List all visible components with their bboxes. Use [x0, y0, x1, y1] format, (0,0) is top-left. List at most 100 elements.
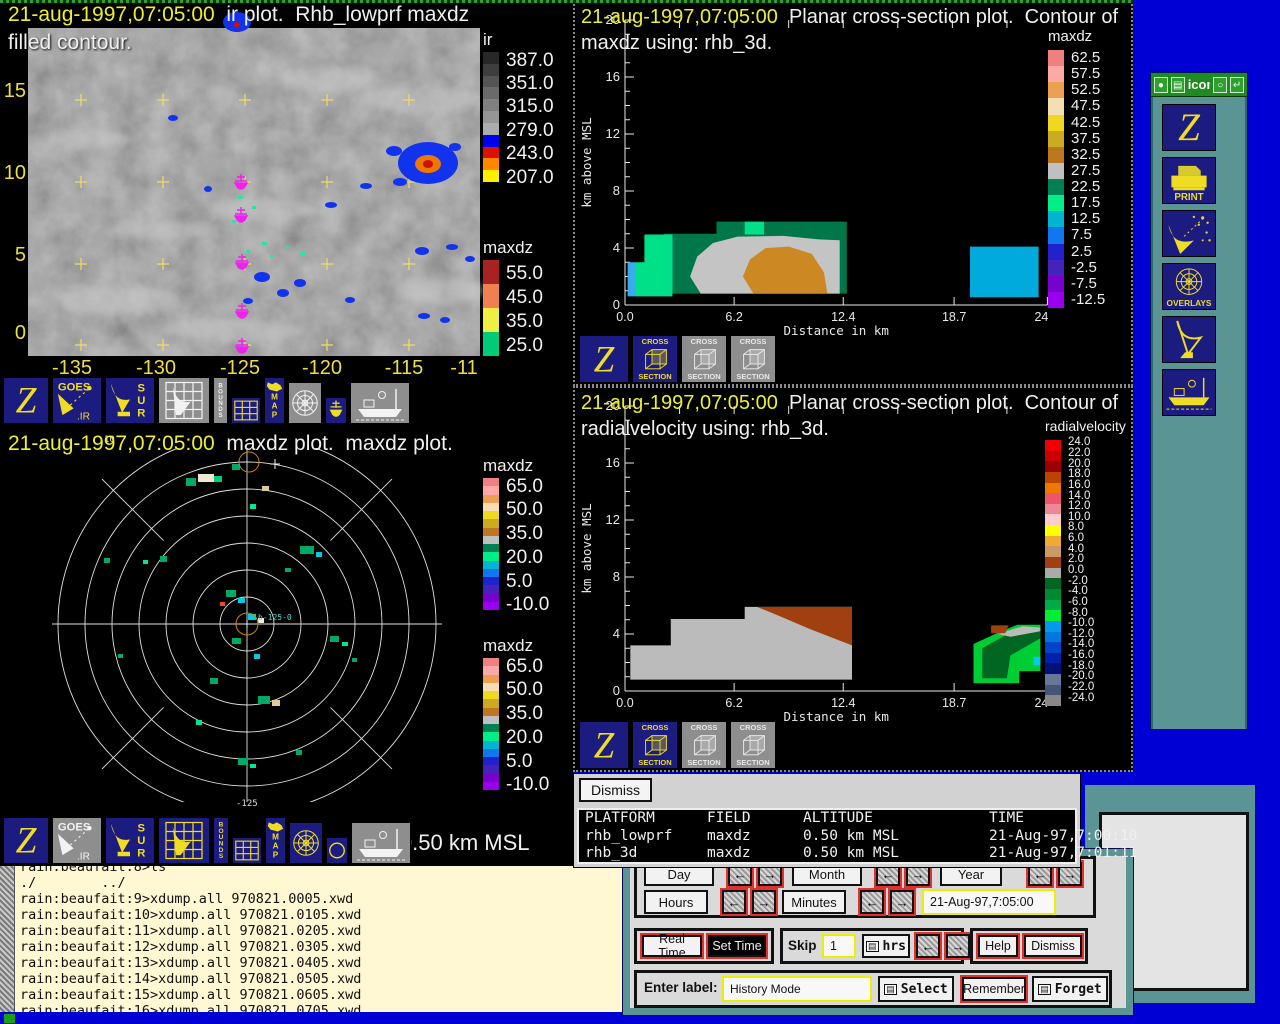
terminal-window[interactable]: rain:beaufait:8>ls./ ../rain:beaufait:9>…	[0, 866, 622, 1012]
dismiss-button[interactable]: Dismiss	[1024, 935, 1082, 957]
svg-text:PRINT: PRINT	[1174, 192, 1203, 203]
surveillance-radar-button[interactable]: SUR	[105, 377, 155, 424]
colorbar-value: 7.5	[1071, 226, 1092, 243]
hours-button[interactable]: Hours	[644, 890, 708, 914]
xsec1-title-text: Planar cross-section plot. Contour of	[778, 6, 1118, 28]
zeb-logo-button[interactable]: Z	[3, 817, 49, 864]
terminal-scrollbar[interactable]	[0, 866, 15, 1012]
circle-button[interactable]	[326, 837, 348, 864]
select-button[interactable]: ▤Select	[878, 976, 954, 1002]
svg-text:16: 16	[606, 455, 620, 470]
skip-back-button[interactable]: ←	[916, 934, 940, 958]
terminal-text: rain:beaufait:8>ls./ ../rain:beaufait:9>…	[20, 866, 361, 1012]
window-menu-icon[interactable]: ▤	[1171, 77, 1185, 93]
real-time-button[interactable]: Real Time	[642, 935, 702, 957]
svg-text:S: S	[137, 383, 145, 395]
zeb-icon: Z	[4, 378, 48, 423]
window-border-strip	[0, 0, 1133, 3]
popup-cell: maxdz	[707, 845, 803, 863]
window-dot-icon[interactable]: ○	[1213, 77, 1227, 93]
popup-cell: ALTITUDE	[803, 810, 989, 828]
zeb-logo-button[interactable]: Z	[579, 335, 629, 383]
minutes-button[interactable]: Minutes	[782, 890, 846, 914]
satellite-button[interactable]	[1162, 210, 1216, 257]
colorbar-value: 65.0	[506, 656, 543, 678]
overlay-rings-button[interactable]	[288, 382, 322, 424]
cross-section-button-1[interactable]: CROSS SECTION	[632, 721, 678, 769]
buoy-button[interactable]	[325, 397, 347, 424]
overlay-rings-button[interactable]	[289, 822, 323, 864]
radar-dish-button[interactable]	[1162, 316, 1216, 363]
menu-icon: ▤	[866, 941, 879, 952]
skip-forward-button[interactable]: →	[946, 934, 970, 958]
colorbar-swatches	[483, 658, 499, 790]
bounds-button[interactable]: BOUNDS	[213, 377, 228, 424]
cross-section-button-2[interactable]: CROSS SECTION	[681, 721, 727, 769]
goes-ir-button[interactable]: GOES.IR	[52, 817, 102, 864]
colorbar-swatches	[483, 260, 499, 356]
cross-section-button-3[interactable]: CROSS SECTION	[730, 335, 776, 383]
svg-text:12.4: 12.4	[831, 310, 855, 324]
grid-button[interactable]	[232, 837, 262, 864]
forget-button[interactable]: ▤Forget	[1032, 976, 1108, 1002]
svg-text:15: 15	[4, 80, 26, 102]
svg-text:16: 16	[606, 69, 620, 84]
popup-data-row: rhb_3dmaxdz0.50 km MSL21-Aug-97,7:01:11	[579, 845, 1075, 863]
minutes-increment-button[interactable]: →	[890, 890, 914, 914]
zeb-icon: Z	[4, 818, 48, 863]
window-radio-icon[interactable]: ●	[1154, 77, 1168, 93]
popup-dismiss-button[interactable]: Dismiss	[579, 778, 652, 802]
svg-text:12: 12	[606, 126, 620, 141]
minutes-decrement-button[interactable]: ←	[860, 890, 884, 914]
label-field[interactable]: History Mode	[722, 976, 872, 1002]
time-control-panel: Day ← → Month ← → Year ← → Hours ← → Min…	[630, 856, 1126, 1008]
menu-icon: ▤	[884, 984, 897, 995]
grid-button[interactable]	[231, 397, 261, 424]
goes-ir-button[interactable]: GOES.IR	[52, 377, 102, 424]
icon-toolbar-titlebar[interactable]: ● ▤ icon ○ ↵	[1151, 73, 1247, 97]
print-button[interactable]: PRINT	[1162, 157, 1216, 204]
goes-icon: GOES.IR	[53, 378, 101, 423]
svg-text:5: 5	[15, 244, 26, 266]
forget-label: Forget	[1055, 982, 1102, 997]
colorbar-value: -7.5	[1071, 275, 1097, 292]
colorbar-value: 5.0	[506, 571, 532, 593]
skip-units-button[interactable]: ▤hrs	[862, 934, 910, 958]
help-button[interactable]: Help	[978, 935, 1018, 957]
zeb-logo-button[interactable]: Z	[3, 377, 49, 424]
zeb-logo-button[interactable]: Z	[1162, 104, 1216, 151]
bounds-icon: BOUNDS	[214, 818, 228, 863]
colorbar-value: 5.0	[506, 751, 532, 773]
set-time-button[interactable]: Set Time	[708, 935, 766, 957]
svg-text:10: 10	[4, 162, 26, 184]
grid-radar-button[interactable]	[158, 817, 210, 864]
bounds-button[interactable]: BOUNDS	[213, 817, 229, 864]
svg-text:18.7: 18.7	[942, 696, 966, 710]
map-button[interactable]: MAP	[265, 817, 286, 864]
svg-text:P: P	[272, 411, 278, 420]
hours-increment-button[interactable]: →	[752, 890, 776, 914]
svg-text:4: 4	[613, 240, 620, 255]
svg-text:A: A	[272, 402, 278, 411]
time-field[interactable]: 21-Aug-97,7:05:00	[922, 889, 1056, 915]
remember-button[interactable]: Remember	[962, 977, 1026, 1001]
xsec1-button-row: ZCROSS SECTIONCROSS SECTIONCROSS SECTION	[579, 335, 776, 383]
colorbar-value: 57.5	[1071, 65, 1100, 82]
cross-section-button-2[interactable]: CROSS SECTION	[681, 335, 727, 383]
overlays-button[interactable]: OVERLAYS	[1162, 263, 1216, 310]
ship-button[interactable]	[1162, 369, 1216, 416]
ship-button[interactable]	[351, 822, 411, 864]
surveillance-radar-button[interactable]: SUR	[105, 817, 155, 864]
skip-value-field[interactable]: 1	[822, 934, 856, 958]
window-return-icon[interactable]: ↵	[1230, 77, 1244, 93]
zeb-logo-button[interactable]: Z	[579, 721, 629, 769]
cross-section-button-1[interactable]: CROSS SECTION	[632, 335, 678, 383]
map-button[interactable]: MAP	[264, 377, 285, 424]
svg-text:.IR: .IR	[77, 412, 90, 423]
goes-icon: GOES.IR	[53, 818, 101, 863]
ship-button[interactable]	[350, 382, 410, 424]
cross-section-button-3[interactable]: CROSS SECTION	[730, 721, 776, 769]
grid-radar-button[interactable]	[158, 377, 210, 424]
ir-timestamp: 21-aug-1997,07:05:00	[8, 3, 215, 26]
hours-decrement-button[interactable]: ←	[722, 890, 746, 914]
